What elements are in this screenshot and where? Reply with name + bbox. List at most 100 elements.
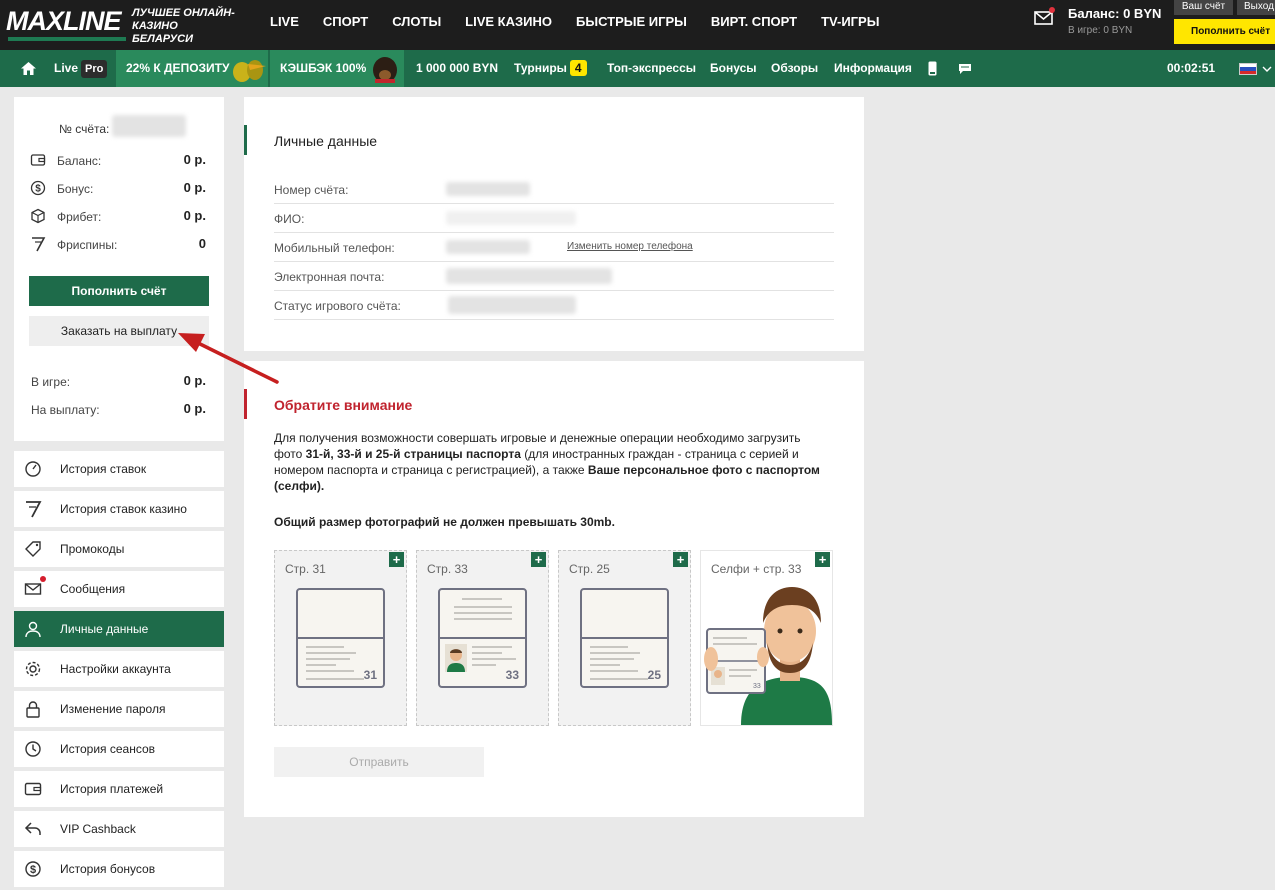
million-link[interactable]: 1 000 000 BYN	[416, 50, 498, 87]
seven-icon	[26, 501, 42, 518]
menu-label: Личные данные	[60, 622, 149, 636]
menu-label: История бонусов	[60, 862, 156, 876]
balance-value: 0 р.	[183, 152, 206, 167]
logo-underline	[8, 37, 126, 41]
upload-slot-page-25[interactable]: Стр. 25 + 25	[558, 550, 691, 726]
upload-slot-page-31[interactable]: Стр. 31 + 31	[274, 550, 407, 726]
field-label: Номер счёта:	[274, 183, 349, 197]
menu-bet-history[interactable]: История ставок	[14, 451, 224, 487]
freebet-label: Фрибет:	[57, 210, 102, 224]
menu-promocodes[interactable]: Промокоды	[14, 531, 224, 567]
size-note: Общий размер фотографий не должен превыш…	[274, 515, 615, 529]
pro-badge: Pro	[81, 60, 108, 78]
passport-illustration: 31	[296, 588, 385, 688]
change-phone-link[interactable]: Изменить номер телефона	[567, 241, 693, 252]
info-link[interactable]: Информация	[834, 50, 912, 87]
payout-request-button[interactable]: Заказать на выплату	[29, 316, 209, 346]
freebet-value: 0 р.	[183, 208, 206, 223]
promo-deposit[interactable]: 22% К ДЕПОЗИТУ	[116, 50, 268, 87]
nav-slots[interactable]: СЛОТЫ	[392, 14, 441, 29]
personal-data-card: Личные данные Номер счёта: ФИО: Мобильны…	[244, 97, 864, 351]
menu-vip-cashback[interactable]: VIP Cashback	[14, 811, 224, 847]
field-label: Мобильный телефон:	[274, 241, 395, 255]
balance-label: Баланс:	[57, 154, 102, 168]
field-label: Электронная почта:	[274, 270, 385, 284]
live-pro-link[interactable]: Live Pro	[54, 50, 108, 87]
in-game-row: В игре: 0 р.	[14, 372, 224, 392]
nav-live-casino[interactable]: LIVE КАЗИНО	[465, 14, 552, 29]
menu-change-password[interactable]: Изменение пароля	[14, 691, 224, 727]
bonuses-link[interactable]: Бонусы	[710, 50, 757, 87]
menu-personal-data[interactable]: Личные данные	[14, 611, 224, 647]
svg-text:$: $	[35, 184, 41, 195]
promo-cashback[interactable]: КЭШБЭК 100%	[270, 50, 404, 87]
mobile-icon[interactable]	[928, 61, 937, 76]
upload-slot-page-33[interactable]: Стр. 33 + 33	[416, 550, 549, 726]
add-photo-button[interactable]: +	[815, 552, 830, 567]
reviews-link[interactable]: Обзоры	[771, 50, 818, 87]
hidden-value	[446, 240, 530, 254]
wallet-icon	[24, 782, 42, 796]
freespins-value: 0	[198, 236, 206, 251]
menu-account-settings[interactable]: Настройки аккаунта	[14, 651, 224, 687]
menu-label: Изменение пароля	[60, 702, 166, 716]
add-photo-button[interactable]: +	[673, 552, 688, 567]
exit-button[interactable]: Выход	[1237, 0, 1275, 15]
menu-messages[interactable]: Сообщения	[14, 571, 224, 607]
portrait-icon	[445, 644, 467, 672]
home-icon[interactable]	[21, 62, 36, 75]
menu-session-history[interactable]: История сеансов	[14, 731, 224, 767]
flag-icon[interactable]	[1239, 63, 1257, 75]
add-photo-button[interactable]: +	[389, 552, 404, 567]
live-label: Live	[54, 61, 79, 75]
top-bar: MAXLINE Лучшее онлайн-казино Беларуси LI…	[0, 0, 1275, 50]
chevron-down-icon[interactable]	[1262, 66, 1272, 72]
unread-dot	[40, 576, 46, 582]
in-game-value: 0 р.	[183, 373, 206, 388]
passport-illustration: 25	[580, 588, 669, 688]
selfie-page-number: 33	[753, 683, 761, 690]
field-label: Статус игрового счёта:	[274, 299, 401, 313]
return-arrow-icon	[24, 822, 41, 835]
fill-account-button[interactable]: Пополнить счёт	[29, 276, 209, 306]
nav-tv-games[interactable]: TV-ИГРЫ	[821, 14, 879, 29]
field-account-number: Номер счёта:	[274, 175, 834, 204]
seven-icon	[32, 237, 46, 252]
tournaments-link[interactable]: Турниры 4	[514, 50, 587, 87]
section-accent	[244, 125, 247, 155]
main-nav: LIVE СПОРТ СЛОТЫ LIVE КАЗИНО БЫСТРЫЕ ИГР…	[270, 14, 879, 29]
notice-text: Для получения возможности совершать игро…	[274, 430, 822, 494]
submit-button[interactable]: Отправить	[274, 747, 484, 777]
deposit-button[interactable]: Пополнить счёт	[1174, 19, 1275, 44]
freebet-row: Фрибет: 0 р.	[14, 207, 224, 227]
nav-live[interactable]: LIVE	[270, 14, 299, 29]
menu-payment-history[interactable]: История платежей	[14, 771, 224, 807]
slot-label: Стр. 25	[569, 562, 610, 576]
menu-label: История платежей	[60, 782, 164, 796]
account-button[interactable]: Ваш счёт	[1174, 0, 1233, 15]
promo-deposit-label: 22% К ДЕПОЗИТУ	[126, 61, 230, 75]
dog-icon	[373, 57, 397, 83]
add-photo-button[interactable]: +	[531, 552, 546, 567]
wallet-icon	[30, 154, 46, 166]
dollar-coin-icon: $	[25, 861, 41, 877]
menu-casino-bet-history[interactable]: История ставок казино	[14, 491, 224, 527]
upload-slot-selfie[interactable]: Селфи + стр. 33 + 33	[700, 550, 833, 726]
mail-icon	[24, 583, 42, 595]
menu-label: История ставок казино	[60, 502, 187, 516]
gear-icon	[25, 661, 41, 677]
user-icon	[25, 621, 41, 638]
nav-virtual-sport[interactable]: ВИРТ. СПОРТ	[711, 14, 797, 29]
chat-icon[interactable]	[958, 63, 972, 75]
nav-fast-games[interactable]: БЫСТРЫЕ ИГРЫ	[576, 14, 687, 29]
hidden-value	[446, 268, 612, 284]
logo[interactable]: MAXLINE Лучшее онлайн-казино Беларуси	[6, 4, 235, 45]
lock-icon	[26, 701, 40, 718]
menu-bonus-history[interactable]: $ История бонусов	[14, 851, 224, 887]
freespins-label: Фриспины:	[57, 238, 118, 252]
nav-sport[interactable]: СПОРТ	[323, 14, 368, 29]
field-email: Электронная почта:	[274, 262, 834, 291]
notice-bold-pages: 31-й, 33-й и 25-й страницы паспорта	[305, 447, 521, 461]
field-label: ФИО:	[274, 212, 305, 226]
top-express-link[interactable]: Топ-экспрессы	[607, 50, 696, 87]
